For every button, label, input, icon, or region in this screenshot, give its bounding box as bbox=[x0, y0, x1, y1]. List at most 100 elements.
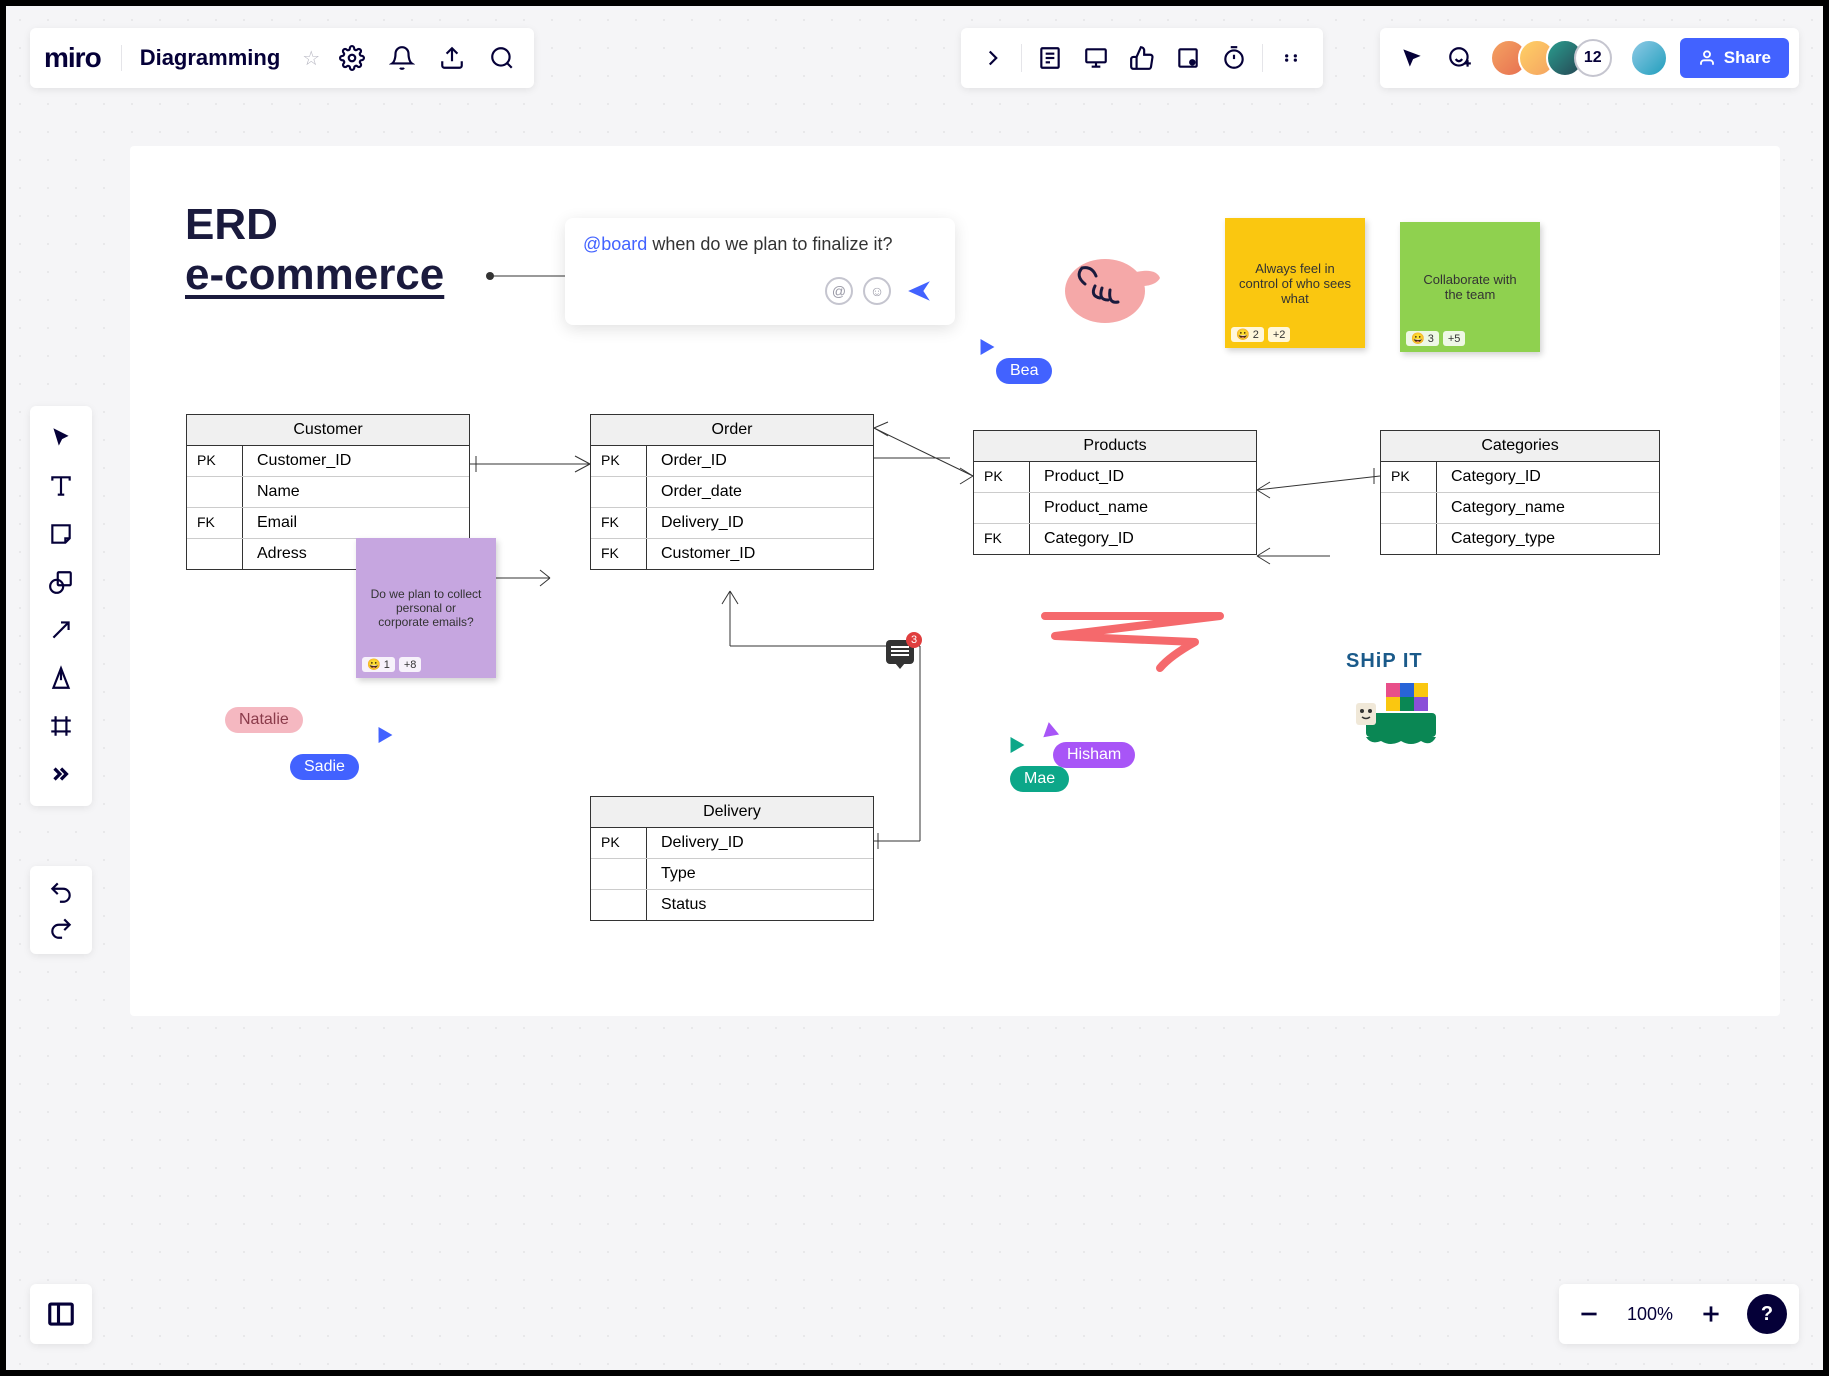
export-icon[interactable] bbox=[434, 40, 470, 76]
drawing-squiggle[interactable] bbox=[1040, 606, 1230, 681]
sticky-note-green[interactable]: Collaborate with the team 😀 3 +5 bbox=[1400, 222, 1540, 352]
add-tag[interactable]: +2 bbox=[1268, 327, 1291, 342]
entity-delivery[interactable]: Delivery PKDelivery_ID Type Status bbox=[590, 796, 874, 921]
text-tool[interactable] bbox=[39, 464, 83, 508]
entity-field: Delivery_ID bbox=[647, 828, 873, 858]
zoom-in-button[interactable] bbox=[1693, 1296, 1729, 1332]
sticky-tool[interactable] bbox=[39, 512, 83, 556]
cursor-mode-icon[interactable] bbox=[1394, 40, 1430, 76]
entity-field: Email bbox=[243, 508, 469, 538]
entity-order[interactable]: Order PKOrder_ID Order_date FKDelivery_I… bbox=[590, 414, 874, 570]
bell-icon[interactable] bbox=[384, 40, 420, 76]
user-cursor bbox=[974, 335, 995, 355]
sticky-note-yellow[interactable]: Always feel in control of who sees what … bbox=[1225, 218, 1365, 348]
entity-header: Customer bbox=[187, 415, 469, 446]
title-line1: ERD bbox=[185, 200, 444, 250]
settings-icon[interactable] bbox=[334, 40, 370, 76]
entity-field: Category_ID bbox=[1437, 462, 1659, 492]
entity-field: Name bbox=[243, 477, 469, 507]
entity-key bbox=[591, 859, 647, 889]
undo-button[interactable] bbox=[43, 874, 79, 910]
entity-key: FK bbox=[591, 539, 647, 569]
reactions-icon[interactable] bbox=[1442, 40, 1478, 76]
entity-field: Status bbox=[647, 890, 873, 920]
help-button[interactable]: ? bbox=[1747, 1294, 1787, 1334]
ship-it-sticker[interactable]: SHiP IT bbox=[1346, 650, 1446, 758]
sticky-text: Collaborate with the team bbox=[1414, 272, 1526, 302]
share-button[interactable]: Share bbox=[1680, 38, 1789, 78]
comment-thread-icon[interactable]: 3 bbox=[886, 640, 914, 664]
entity-key bbox=[591, 890, 647, 920]
more-icon[interactable] bbox=[1273, 40, 1309, 76]
user-tag-natalie: Natalie bbox=[225, 707, 303, 733]
user-cursor bbox=[1004, 733, 1025, 753]
user-cursor bbox=[372, 723, 393, 743]
star-icon[interactable]: ☆ bbox=[302, 46, 320, 71]
entity-header: Categories bbox=[1381, 431, 1659, 462]
board-title[interactable]: ERD e-commerce bbox=[185, 200, 444, 300]
board-canvas[interactable]: ERD e-commerce @board when do we plan to… bbox=[130, 146, 1780, 1016]
reaction-tag[interactable]: 😀 3 bbox=[1406, 331, 1439, 346]
entity-key bbox=[974, 493, 1030, 523]
miro-logo: miro bbox=[44, 42, 101, 74]
entity-key bbox=[187, 477, 243, 507]
ship-it-text: SHiP IT bbox=[1346, 650, 1446, 673]
shape-tool[interactable] bbox=[39, 560, 83, 604]
share-label: Share bbox=[1724, 48, 1771, 68]
entity-field: Type bbox=[647, 859, 873, 889]
comment-input[interactable]: @board when do we plan to finalize it? @… bbox=[565, 218, 955, 325]
redo-button[interactable] bbox=[43, 910, 79, 946]
entity-header: Order bbox=[591, 415, 873, 446]
zoom-bar: 100% ? bbox=[1559, 1284, 1799, 1344]
reaction-tag[interactable]: 😀 1 bbox=[362, 657, 395, 672]
frame-tool[interactable] bbox=[39, 704, 83, 748]
more-tools[interactable] bbox=[39, 752, 83, 796]
add-tag[interactable]: +5 bbox=[1443, 331, 1466, 346]
reaction-tag[interactable]: 😀 2 bbox=[1231, 327, 1264, 342]
note-icon[interactable] bbox=[1032, 40, 1068, 76]
entity-products[interactable]: Products PKProduct_ID Product_name FKCat… bbox=[973, 430, 1257, 555]
send-icon[interactable] bbox=[901, 273, 937, 309]
minimap-toggle[interactable] bbox=[30, 1284, 92, 1344]
collaborator-avatars[interactable]: 12 bbox=[1490, 39, 1612, 77]
zoom-level[interactable]: 100% bbox=[1619, 1304, 1681, 1325]
entity-field: Customer_ID bbox=[647, 539, 873, 569]
search-icon[interactable] bbox=[484, 40, 520, 76]
avatar-count[interactable]: 12 bbox=[1574, 39, 1612, 77]
entity-key bbox=[591, 477, 647, 507]
comment-count: 3 bbox=[906, 632, 922, 648]
top-left-toolbar: miro Diagramming ☆ bbox=[30, 28, 534, 88]
entity-field: Product_ID bbox=[1030, 462, 1256, 492]
select-tool[interactable] bbox=[39, 416, 83, 460]
frame-dot-icon[interactable] bbox=[1170, 40, 1206, 76]
user-tag-hisham: Hisham bbox=[1053, 742, 1135, 768]
presentation-icon[interactable] bbox=[1078, 40, 1114, 76]
entity-field: Delivery_ID bbox=[647, 508, 873, 538]
entity-key: PK bbox=[187, 446, 243, 476]
chevron-right-icon[interactable] bbox=[975, 40, 1011, 76]
entity-categories[interactable]: Categories PKCategory_ID Category_name C… bbox=[1380, 430, 1660, 555]
pointing-hand-graphic[interactable] bbox=[1060, 236, 1170, 331]
add-tag[interactable]: +8 bbox=[399, 657, 422, 672]
entity-key: FK bbox=[187, 508, 243, 538]
undo-redo-toolbar bbox=[30, 866, 92, 954]
user-tag-mae: Mae bbox=[1010, 766, 1069, 792]
board-name[interactable]: Diagramming bbox=[121, 45, 289, 71]
zoom-out-button[interactable] bbox=[1571, 1296, 1607, 1332]
user-tag-bea: Bea bbox=[996, 358, 1052, 384]
entity-field: Category_type bbox=[1437, 524, 1659, 554]
sticky-text: Do we plan to collect personal or corpor… bbox=[370, 587, 482, 629]
left-toolbar bbox=[30, 406, 92, 806]
entity-field: Category_ID bbox=[1030, 524, 1256, 554]
sticky-note-purple[interactable]: Do we plan to collect personal or corpor… bbox=[356, 538, 496, 678]
top-right-toolbar: 12 Share bbox=[1380, 28, 1799, 88]
arrow-tool[interactable] bbox=[39, 608, 83, 652]
thumbs-up-icon[interactable] bbox=[1124, 40, 1160, 76]
my-avatar[interactable] bbox=[1630, 39, 1668, 77]
mention-icon[interactable]: @ bbox=[825, 277, 853, 305]
pen-tool[interactable] bbox=[39, 656, 83, 700]
entity-key bbox=[1381, 493, 1437, 523]
emoji-icon[interactable]: ☺ bbox=[863, 277, 891, 305]
entity-header: Delivery bbox=[591, 797, 873, 828]
timer-icon[interactable] bbox=[1216, 40, 1252, 76]
